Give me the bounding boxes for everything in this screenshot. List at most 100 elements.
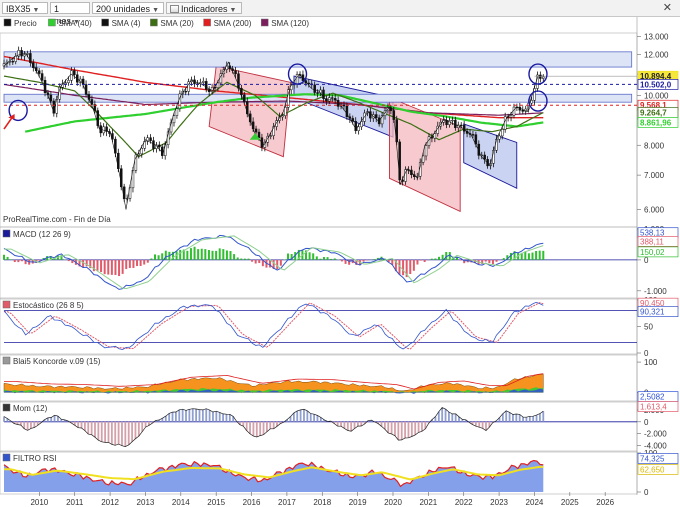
price-candle — [175, 108, 179, 116]
mom-bar — [97, 421, 100, 441]
macd-bar — [20, 259, 23, 262]
price-candle — [331, 97, 334, 99]
ind-y-tick-label-mom: 0 — [644, 418, 649, 427]
mom-bar — [512, 414, 514, 422]
price-candle — [122, 186, 126, 200]
macd-bar — [495, 259, 498, 262]
macd-bar — [319, 258, 322, 260]
indicator-swatch-mom — [2, 403, 11, 412]
koncorde-orange-area — [3, 374, 544, 393]
level-value-label: 9.264,7 — [640, 108, 667, 117]
mom-bar — [269, 421, 272, 429]
mom-bar — [316, 415, 319, 422]
x-tick-label: 2016 — [243, 498, 261, 507]
price-candle — [137, 153, 141, 156]
price-candle — [117, 152, 120, 169]
units-selector[interactable]: 200 unidades ▼ — [92, 2, 164, 14]
price-candle — [328, 97, 331, 102]
x-tick-label: 2018 — [313, 498, 331, 507]
price-candle — [521, 109, 525, 112]
macd-bar — [240, 258, 243, 260]
macd-bar — [258, 259, 261, 264]
legend-label-0: Precio — [14, 19, 37, 28]
macd-bar — [247, 258, 250, 260]
main-y-tick-label: 10.000 — [644, 91, 669, 100]
legend-swatch-1 — [48, 18, 56, 27]
macd-bar — [132, 259, 135, 268]
indicator-title-macd: MACD (12 26 9) — [13, 230, 71, 239]
ind-y-tick-label-rsi: 0 — [644, 488, 649, 497]
price-candle — [498, 135, 501, 140]
price-candle — [161, 146, 164, 156]
macd-bar — [326, 257, 329, 260]
price-candle — [243, 94, 246, 102]
mom-bar — [164, 416, 167, 422]
macd-bar — [17, 259, 20, 263]
mom-bar — [80, 421, 83, 428]
macd-bar — [254, 259, 257, 264]
indicators-icon — [170, 5, 179, 13]
macd-bar — [484, 259, 487, 262]
mom-bar — [121, 421, 123, 446]
mom-bar — [313, 414, 315, 422]
mom-bar — [448, 411, 450, 422]
mom-bar — [53, 415, 56, 422]
mom-bar — [485, 421, 487, 431]
mom-bar — [127, 421, 130, 445]
x-tick-label: 2013 — [137, 498, 155, 507]
indicator-title-mom: Mom (12) — [13, 404, 48, 413]
mom-bar — [104, 421, 107, 443]
price-candle — [501, 129, 504, 137]
price-candle — [14, 55, 17, 62]
mom-bar — [252, 421, 255, 437]
mom-bar — [100, 421, 103, 442]
macd-bar — [502, 258, 505, 260]
macd-bar — [189, 248, 192, 260]
ind-y-tick-label-kon: 100 — [644, 358, 658, 367]
macd-bar — [143, 259, 146, 265]
price-candle — [20, 50, 23, 57]
ind-value-label-mom: 1.613,4 — [640, 403, 667, 412]
legend-swatch-2 — [101, 18, 109, 27]
macd-bar — [423, 259, 426, 263]
x-tick-label: 2025 — [561, 498, 579, 507]
mom-bar — [518, 414, 521, 422]
macd-bar — [430, 258, 433, 260]
close-icon[interactable]: ✕ — [663, 1, 672, 15]
price-candle — [11, 61, 15, 63]
price-candle — [158, 144, 161, 148]
mom-bar — [394, 421, 396, 436]
ind-value-label-macd: 150,02 — [640, 248, 665, 257]
macd-bar — [287, 253, 290, 260]
mom-bar — [90, 421, 93, 435]
mom-bar — [188, 409, 191, 422]
price-candle — [351, 118, 355, 122]
ind-value-label-rsi: 62,650 — [640, 465, 665, 474]
main-y-tick-label: 6.000 — [644, 206, 665, 215]
indicators-button[interactable]: Indicadores ▼ — [166, 2, 242, 14]
mom-bar — [87, 421, 90, 435]
mom-bar — [117, 421, 120, 445]
macd-bar — [366, 259, 369, 261]
macd-bar — [215, 250, 218, 260]
legend-label-5: SMA (120) — [271, 19, 309, 28]
units-label: 200 unidades — [96, 4, 151, 14]
price-candle — [257, 131, 261, 138]
legend-label-2: SMA (4) — [112, 19, 141, 28]
mom-bar — [185, 410, 187, 422]
macd-bar — [107, 259, 110, 275]
macd-bar — [146, 259, 149, 263]
mom-bar — [215, 411, 218, 422]
ticker-selector[interactable]: IBX35 ▼ — [2, 2, 48, 14]
macd-bar — [10, 259, 13, 260]
macd-bar — [236, 257, 239, 260]
period-selector[interactable]: 1 mes ▼ — [50, 2, 90, 26]
price-candle — [503, 116, 507, 130]
macd-bar — [459, 259, 462, 261]
mom-bar — [505, 410, 508, 422]
mom-bar — [114, 421, 117, 446]
mom-bar — [343, 421, 346, 429]
mom-bar — [171, 412, 174, 422]
macd-bar — [204, 249, 207, 260]
mom-bar — [212, 411, 214, 422]
